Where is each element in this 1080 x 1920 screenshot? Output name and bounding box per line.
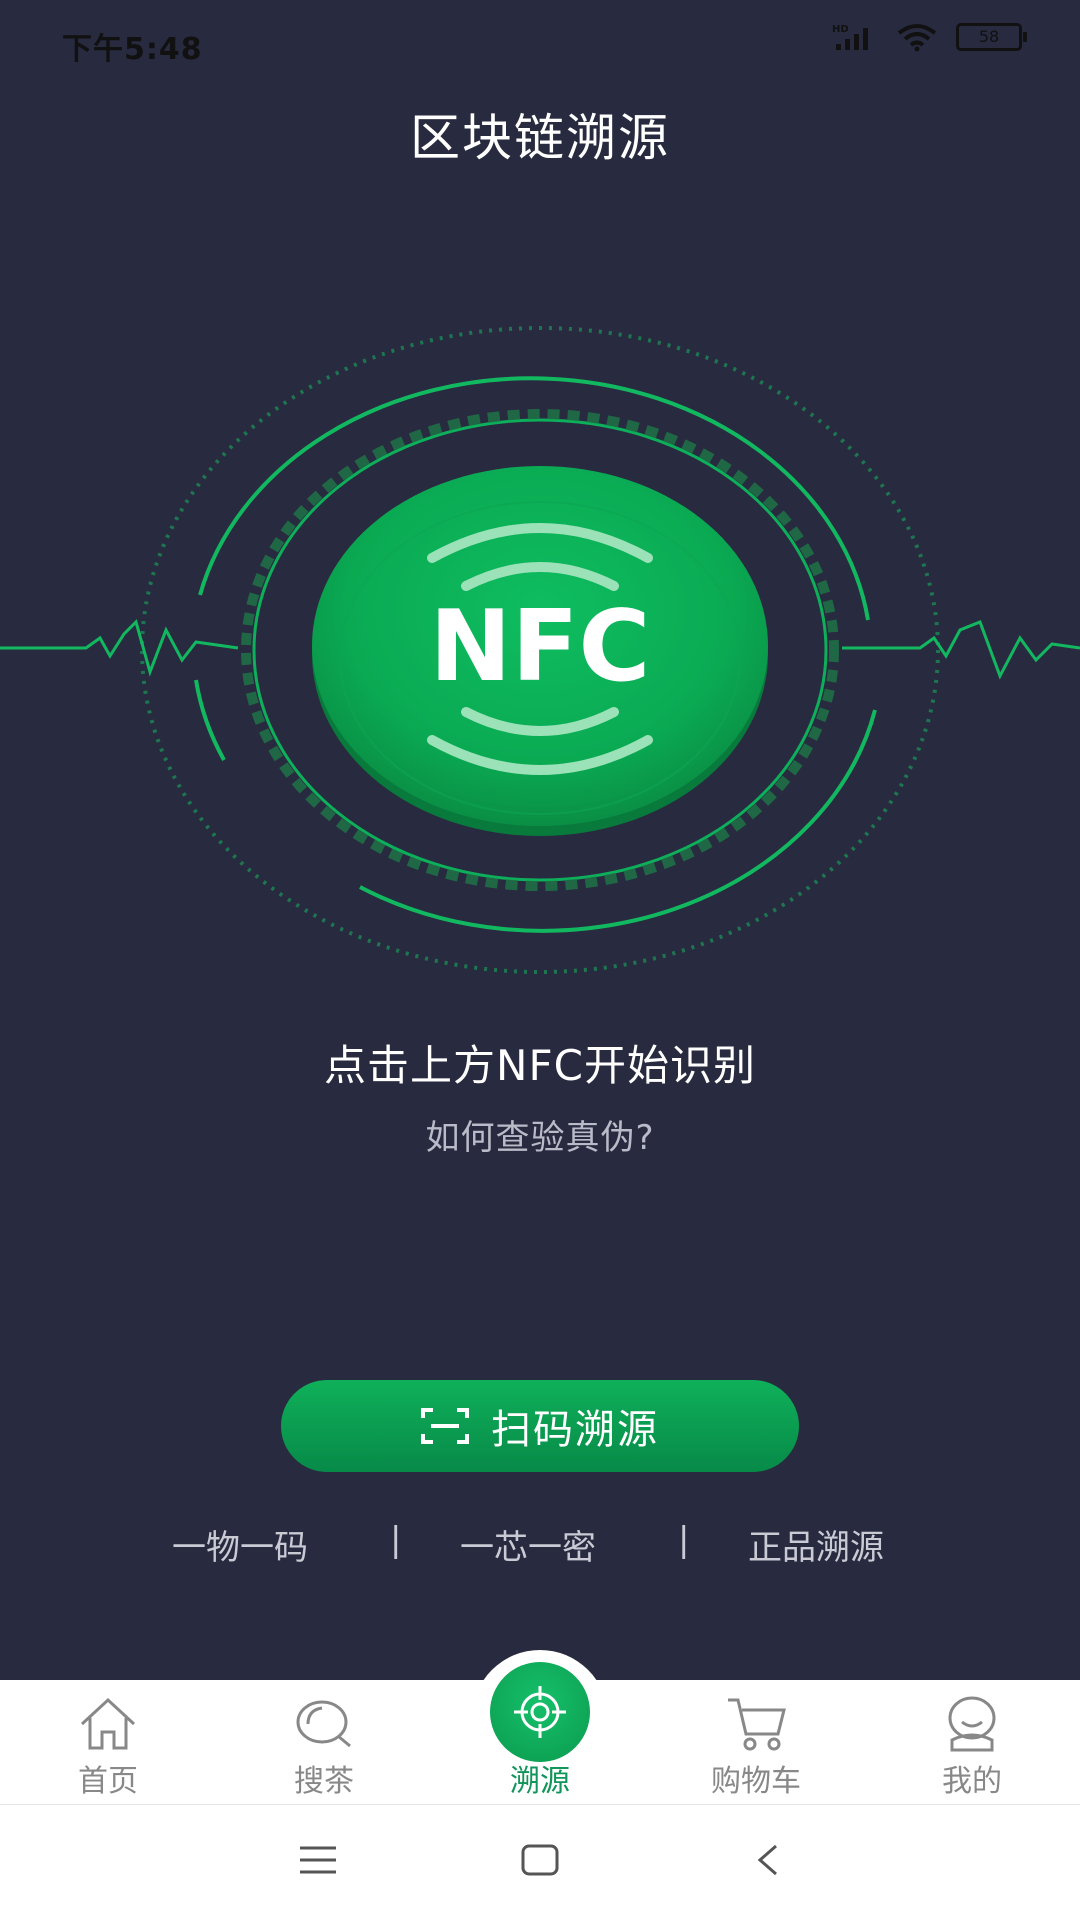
feature-one-item-one-code: 一物一码: [172, 1528, 308, 1568]
search-icon: [296, 1700, 351, 1748]
signal-icon: HD: [832, 24, 868, 50]
tab-cart[interactable]: 购物车: [648, 1680, 864, 1804]
status-bar: 下午5:48 HD 58: [0, 0, 1080, 84]
tab-profile[interactable]: 我的: [864, 1680, 1080, 1804]
trace-tab-button[interactable]: [490, 1662, 590, 1762]
verify-help-link[interactable]: 如何查验真伪?: [0, 1110, 1080, 1159]
nfc-scan-area: NFC: [0, 320, 1080, 980]
page-title: 区块链溯源: [410, 109, 670, 167]
tab-search-label: 搜茶: [294, 1764, 354, 1799]
scan-icon: [421, 1408, 469, 1444]
scan-trace-button[interactable]: 扫码溯源: [281, 1380, 799, 1472]
cart-icon: [728, 1698, 786, 1751]
back-icon[interactable]: [752, 1843, 782, 1877]
feature-divider: |: [390, 1520, 402, 1560]
wifi-icon: [897, 24, 937, 52]
profile-icon: [948, 1696, 996, 1752]
nfc-prompt-text: 点击上方NFC开始识别: [324, 1041, 756, 1090]
status-icons: HD 58: [832, 22, 1027, 52]
tab-profile-label: 我的: [942, 1764, 1002, 1799]
home-icon: [80, 1697, 136, 1750]
feature-divider: |: [678, 1520, 690, 1560]
system-nav-bar: [0, 1805, 1080, 1920]
status-time: 下午5:48: [62, 32, 203, 67]
target-icon: [514, 1686, 566, 1738]
tab-home-label: 首页: [78, 1764, 138, 1799]
menu-icon[interactable]: [298, 1843, 338, 1877]
tab-cart-label: 购物车: [711, 1764, 801, 1799]
tab-home[interactable]: 首页: [0, 1680, 216, 1804]
home-square-icon[interactable]: [520, 1843, 560, 1877]
feature-list: 一物一码 | 一芯一密 | 正品溯源: [0, 1520, 1080, 1570]
scan-trace-label: 扫码溯源: [491, 1407, 659, 1453]
battery-icon: 58: [956, 23, 1027, 51]
tab-trace-label: 溯源: [510, 1764, 570, 1799]
tab-search[interactable]: 搜茶: [216, 1680, 432, 1804]
feature-one-chip-one-key: 一芯一密: [460, 1528, 596, 1568]
nfc-start-button[interactable]: [312, 468, 768, 832]
signal-hd-label: HD: [832, 24, 849, 35]
feature-genuine-trace: 正品溯源: [748, 1528, 884, 1568]
